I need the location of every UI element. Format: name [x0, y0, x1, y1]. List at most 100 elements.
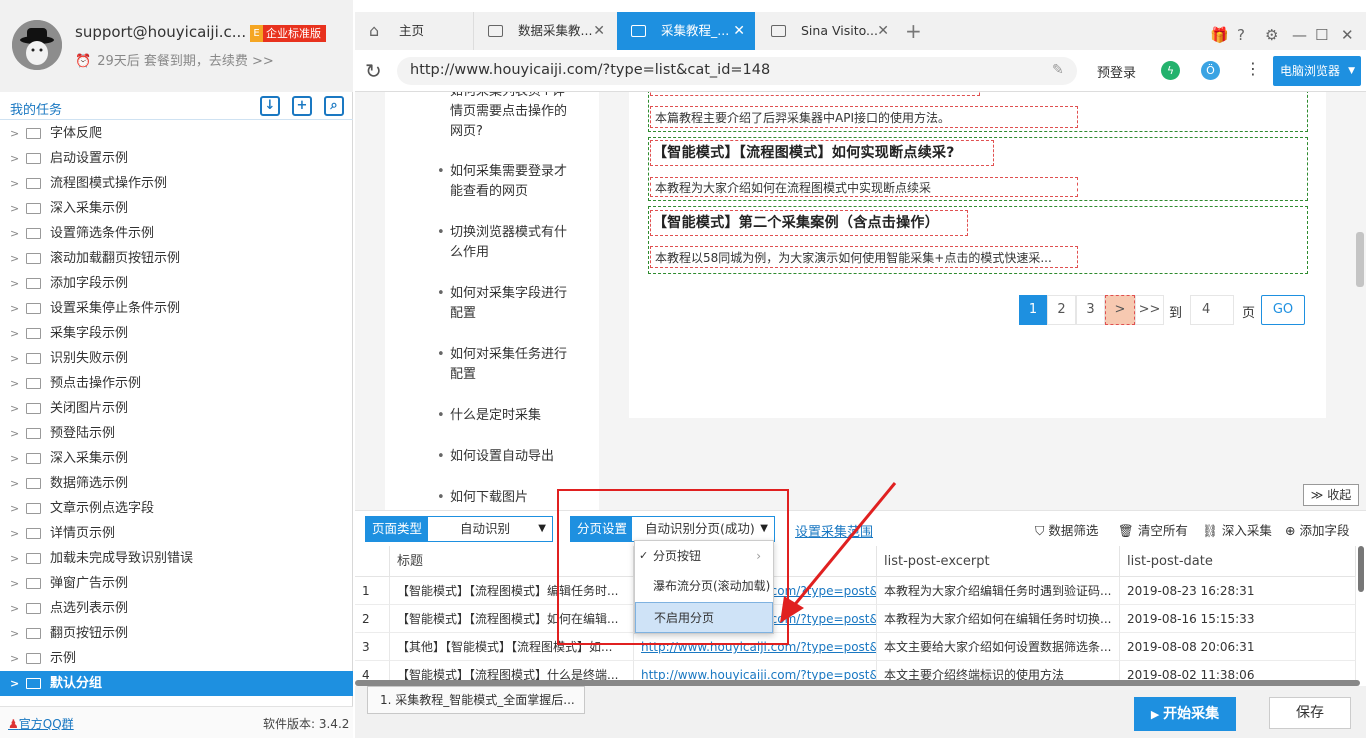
qq-group-link[interactable]: ♟官方QQ群	[8, 715, 74, 732]
link-item[interactable]: 什么是定时采集	[437, 406, 575, 426]
tab-data-tutorial[interactable]: 数据采集教... ✕	[473, 12, 615, 50]
chevron-right-icon[interactable]: >	[10, 171, 19, 196]
chevron-right-icon[interactable]: >	[10, 196, 19, 221]
reload-icon[interactable]: ↻	[365, 59, 382, 83]
tree-item[interactable]: > 点选列表示例	[0, 596, 353, 621]
url-input[interactable]: http://www.houyicaiji.com/?type=list&cat…	[397, 57, 1077, 85]
tree-item[interactable]: > 采集字段示例	[0, 321, 353, 346]
tree-item[interactable]: > 示例	[0, 646, 353, 671]
chevron-right-icon[interactable]: >	[10, 546, 19, 571]
renew-link[interactable]: ⏰ 29天后 套餐到期，去续费 >>	[75, 50, 274, 69]
import-icon[interactable]: ↓	[260, 96, 280, 116]
table-vscroll[interactable]	[1358, 546, 1364, 592]
page-input[interactable]: 4	[1190, 295, 1234, 325]
link-item[interactable]: 如何对采集任务进行配置	[437, 345, 575, 385]
chevron-right-icon[interactable]: >	[10, 146, 19, 171]
close-icon[interactable]: ✕	[733, 12, 745, 50]
chevron-right-icon[interactable]: >	[10, 496, 19, 521]
web-scrollbar[interactable]	[1356, 232, 1364, 287]
link-item[interactable]: 切换浏览器模式有什么作用	[437, 223, 575, 263]
help-icon[interactable]: ?	[1237, 26, 1245, 44]
more-menu-icon[interactable]: ⋮	[1245, 59, 1261, 78]
browser-mode-button[interactable]: 电脑浏览器 ▼	[1273, 56, 1361, 86]
chevron-right-icon[interactable]: >	[10, 396, 19, 421]
tree-item[interactable]: > 加载未完成导致识别错误	[0, 546, 353, 571]
settings-icon[interactable]: ⚙	[1265, 26, 1278, 44]
chevron-right-icon[interactable]: >	[10, 271, 19, 296]
edit-icon[interactable]: ✎	[1052, 62, 1064, 78]
chevron-right-icon[interactable]: >	[10, 521, 19, 546]
tree-item[interactable]: > 深入采集示例	[0, 196, 353, 221]
go-button[interactable]: GO	[1261, 295, 1305, 325]
tree-item[interactable]: > 设置采集停止条件示例	[0, 296, 353, 321]
post-title[interactable]: 【智能模式】【流程图模式】如何实现断点续采?	[650, 140, 994, 166]
avatar[interactable]	[12, 20, 62, 70]
tab-sina[interactable]: Sina Visito... ✕	[757, 12, 899, 50]
chevron-right-icon[interactable]: >	[10, 621, 19, 646]
chevron-right-icon[interactable]: >	[10, 346, 19, 371]
tab-tutorial[interactable]: 采集教程_... ✕	[617, 12, 755, 50]
tree-item[interactable]: > 添加字段示例	[0, 271, 353, 296]
tree-item[interactable]: > 启动设置示例	[0, 146, 353, 171]
chevron-right-icon[interactable]: >	[10, 371, 19, 396]
fingerprint-icon[interactable]: Ö	[1201, 61, 1220, 80]
chevron-right-icon[interactable]: >	[10, 446, 19, 471]
tree-item[interactable]: > 识别失败示例	[0, 346, 353, 371]
close-icon[interactable]: ✕	[877, 12, 889, 50]
gift-icon[interactable]: 🎁	[1210, 26, 1229, 44]
link-item[interactable]: 如何采集列表页+详情页需要点击操作的网页?	[437, 92, 575, 142]
new-task-icon[interactable]: +	[292, 96, 312, 116]
chevron-right-icon[interactable]: >	[10, 671, 19, 696]
collapse-button[interactable]: ≫ 收起	[1303, 484, 1359, 506]
tree-item[interactable]: > 预点击操作示例	[0, 371, 353, 396]
tab-home[interactable]: ⌂ 主页	[355, 12, 471, 50]
pre-login-button[interactable]: 预登录	[1097, 62, 1136, 81]
chevron-right-icon[interactable]: >	[10, 646, 19, 671]
col-header-date[interactable]: list-post-date	[1120, 546, 1356, 577]
tree-item[interactable]: > 数据筛选示例	[0, 471, 353, 496]
chevron-right-icon[interactable]: >	[10, 421, 19, 446]
deep-collect-button[interactable]: ⛓ 深入采集	[1202, 520, 1272, 539]
close-icon[interactable]: ✕	[593, 12, 605, 50]
tree-item[interactable]: > 文章示例点选字段	[0, 496, 353, 521]
chevron-right-icon[interactable]: >	[10, 221, 19, 246]
chevron-right-icon[interactable]: >	[10, 596, 19, 621]
page-3[interactable]: 3	[1076, 295, 1105, 325]
tree-item[interactable]: > 关闭图片示例	[0, 396, 353, 421]
tree-item[interactable]: > 设置筛选条件示例	[0, 221, 353, 246]
page-type-select[interactable]: 自动识别 ▼	[427, 516, 553, 542]
link-item[interactable]: 如何对采集字段进行配置	[437, 284, 575, 324]
chevron-right-icon[interactable]: >	[10, 246, 19, 271]
chevron-right-icon[interactable]: >	[10, 471, 19, 496]
tree-item[interactable]: > 弹窗广告示例	[0, 571, 353, 596]
window-close-icon[interactable]: ✕	[1341, 26, 1354, 44]
clear-all-button[interactable]: 🗑 清空所有	[1118, 520, 1188, 539]
last-page-button[interactable]: >>	[1135, 295, 1164, 325]
chevron-right-icon[interactable]: >	[10, 571, 19, 596]
tree-item[interactable]: > 流程图模式操作示例	[0, 171, 353, 196]
tree-item[interactable]: > 深入采集示例	[0, 446, 353, 471]
tree-item[interactable]: > 默认分组	[0, 671, 353, 696]
tree-item[interactable]: > 详情页示例	[0, 521, 353, 546]
minimize-icon[interactable]: —	[1292, 26, 1307, 44]
link-item[interactable]: 如何采集需要登录才能查看的网页	[437, 162, 575, 202]
tree-item[interactable]: > 翻页按钮示例	[0, 621, 353, 646]
chevron-right-icon[interactable]: >	[10, 121, 19, 146]
filter-button[interactable]: ⛉ 数据筛选	[1035, 520, 1098, 539]
new-tab-icon[interactable]: +	[905, 12, 922, 50]
page-1[interactable]: 1	[1019, 295, 1047, 325]
maximize-icon[interactable]: ☐	[1315, 26, 1328, 44]
search-task-icon[interactable]: ⌕	[324, 96, 344, 116]
speed-icon[interactable]: ϟ	[1161, 61, 1180, 80]
add-field-button[interactable]: ⊕ 添加字段	[1285, 520, 1349, 539]
tree-item[interactable]: > 滚动加载翻页按钮示例	[0, 246, 353, 271]
chevron-right-icon[interactable]: >	[10, 296, 19, 321]
col-header-excerpt[interactable]: list-post-excerpt	[877, 546, 1120, 577]
page-2[interactable]: 2	[1047, 295, 1076, 325]
link-item[interactable]: 如何设置自动导出	[437, 447, 575, 467]
tree-item[interactable]: > 字体反爬	[0, 121, 353, 146]
next-page-button[interactable]: >	[1105, 295, 1135, 325]
tree-item[interactable]: > 预登陆示例	[0, 421, 353, 446]
task-tab[interactable]: 1. 采集教程_智能模式_全面掌握后...	[367, 686, 585, 714]
chevron-right-icon[interactable]: >	[10, 321, 19, 346]
